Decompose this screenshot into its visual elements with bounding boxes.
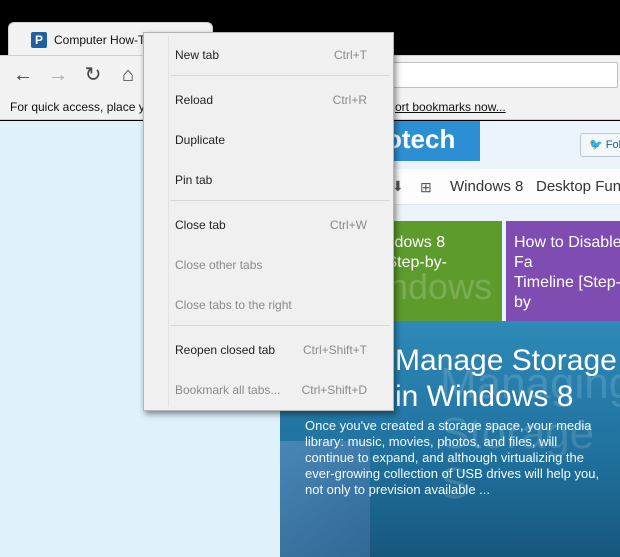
menu-item-label: Reopen closed tab bbox=[175, 343, 276, 357]
menu-item-shortcut: Ctrl+W bbox=[330, 218, 367, 232]
menu-item-duplicate[interactable]: Duplicate bbox=[145, 126, 392, 152]
reload-icon[interactable]: ↻ bbox=[81, 63, 105, 87]
menu-item-label: Duplicate bbox=[175, 133, 226, 147]
article-tile-timeline[interactable]: How to Disable Fa Timeline [Step-by bbox=[506, 221, 620, 321]
tab-context-menu: New tab Ctrl+T Reload Ctrl+R Duplicate P… bbox=[143, 32, 394, 411]
menu-separator bbox=[170, 75, 390, 76]
twitter-follow-button[interactable]: 🐦 Foll bbox=[580, 133, 620, 157]
back-icon[interactable]: ← bbox=[11, 63, 35, 87]
menu-item-label: Bookmark all tabs... bbox=[175, 383, 281, 397]
menu-item-shortcut: Ctrl+Shift+D bbox=[301, 383, 367, 397]
bookmarks-hint-text: For quick access, place yo bbox=[10, 100, 152, 114]
menu-item-shortcut: Ctrl+T bbox=[334, 48, 367, 62]
menu-item-label: Reload bbox=[175, 93, 214, 107]
menu-item-reload[interactable]: Reload Ctrl+R bbox=[145, 86, 392, 112]
twitter-follow-label: Foll bbox=[605, 139, 620, 151]
twitter-icon: 🐦 bbox=[589, 139, 603, 151]
tab-title: Computer How-T bbox=[54, 33, 146, 47]
menu-item-label: Close other tabs bbox=[175, 258, 263, 272]
menu-item-pin-tab[interactable]: Pin tab bbox=[145, 166, 392, 192]
featured-title[interactable]: Manage Storage in Windows 8 bbox=[395, 343, 620, 415]
menu-item-label: Pin tab bbox=[175, 173, 213, 187]
home-icon[interactable]: ⌂ bbox=[116, 63, 140, 87]
nav-desktop-fun[interactable]: Desktop Fun bbox=[536, 178, 620, 195]
browser-window: P Computer How-T ← → ↻ ⌂ For quick acces… bbox=[0, 0, 620, 557]
menu-item-bookmark-all-tabs[interactable]: Bookmark all tabs... Ctrl+Shift+D bbox=[145, 376, 392, 402]
site-logo[interactable]: otech bbox=[380, 121, 480, 161]
forward-icon[interactable]: → bbox=[46, 63, 70, 87]
menu-separator bbox=[170, 200, 390, 201]
import-bookmarks-link[interactable]: ort bookmarks now... bbox=[395, 100, 506, 114]
menu-item-label: Close tab bbox=[175, 218, 226, 232]
address-bar[interactable] bbox=[390, 62, 618, 88]
menu-item-new-tab[interactable]: New tab Ctrl+T bbox=[145, 41, 392, 67]
menu-item-close-tabs-right[interactable]: Close tabs to the right bbox=[145, 291, 392, 317]
site-favicon-icon: P bbox=[31, 32, 47, 48]
menu-separator bbox=[170, 325, 390, 326]
featured-excerpt: Once you've created a storage space, you… bbox=[305, 418, 600, 497]
menu-item-close-other-tabs[interactable]: Close other tabs bbox=[145, 251, 392, 277]
menu-item-shortcut: Ctrl+Shift+T bbox=[302, 343, 367, 357]
menu-item-shortcut: Ctrl+R bbox=[332, 93, 367, 107]
menu-item-close-tab[interactable]: Close tab Ctrl+W bbox=[145, 211, 392, 237]
tile-watermark: ndows 8 bbox=[388, 266, 502, 307]
nav-windows-8[interactable]: Windows 8 bbox=[450, 178, 523, 195]
menu-item-label: New tab bbox=[175, 48, 220, 62]
windows-logo-icon: ⊞ bbox=[420, 179, 432, 195]
menu-item-reopen-closed-tab[interactable]: Reopen closed tab Ctrl+Shift+T bbox=[145, 336, 392, 362]
menu-item-label: Close tabs to the right bbox=[175, 298, 292, 312]
tile-title: How to Disable Fa Timeline [Step-by bbox=[514, 234, 620, 311]
